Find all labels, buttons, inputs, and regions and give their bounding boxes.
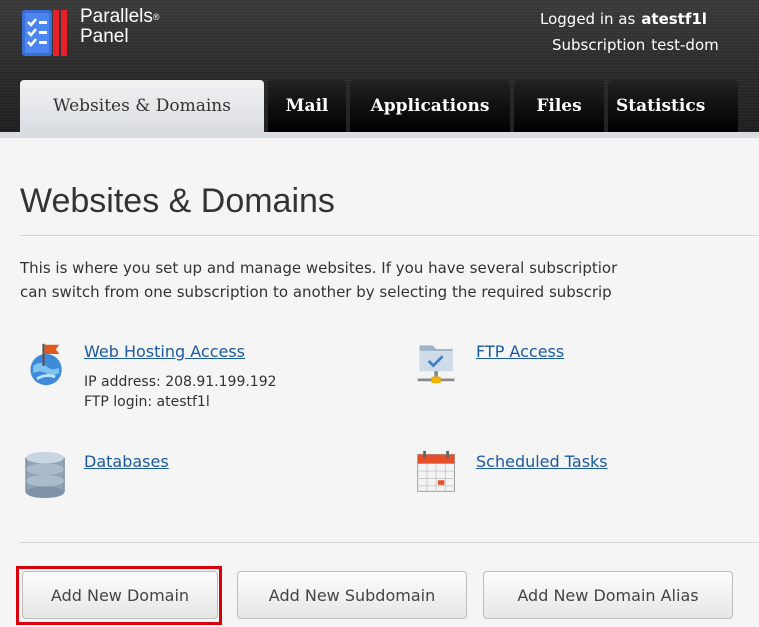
subscription-name[interactable]: test-dom (651, 36, 719, 54)
web-hosting-item: Web Hosting Access IP address: 208.91.19… (22, 338, 362, 418)
scheduled-tasks-link[interactable]: Scheduled Tasks (476, 452, 608, 471)
tab-websites-domains[interactable]: Websites & Domains (20, 80, 264, 132)
database-icon (25, 451, 65, 498)
divider (20, 542, 759, 543)
tab-statistics[interactable]: Statistics (608, 80, 738, 132)
page-title: Websites & Domains (20, 182, 335, 220)
web-hosting-details: IP address: 208.91.199.192 FTP login: at… (84, 372, 277, 412)
web-hosting-access-link[interactable]: Web Hosting Access (84, 342, 245, 361)
databases-link[interactable]: Databases (84, 452, 169, 471)
ftp-login: FTP login: atestf1l (84, 394, 210, 410)
page-description: This is where you set up and manage webs… (20, 259, 618, 301)
ip-address: IP address: 208.91.199.192 (84, 374, 277, 390)
ftp-access-link[interactable]: FTP Access (476, 342, 564, 361)
tab-underline (0, 132, 759, 138)
tab-mail[interactable]: Mail (268, 80, 346, 132)
login-info: Logged in as atestf1l Subscription test-do… (540, 10, 719, 54)
username[interactable]: atestf1l (641, 10, 707, 28)
calendar-icon (417, 450, 455, 492)
tab-files[interactable]: Files (514, 80, 604, 132)
product-name: Panel (80, 26, 129, 47)
parallels-logo-icon (22, 10, 67, 56)
databases-item: Databases (22, 448, 322, 508)
tab-applications[interactable]: Applications (350, 80, 510, 132)
ftp-access-item: FTP Access (414, 338, 714, 398)
main-tabs: Websites & Domains Mail Applications Fil… (20, 80, 738, 132)
globe-flag-icon (30, 343, 62, 386)
header: Parallels® Panel Logged in as atestf1l Su… (0, 0, 759, 132)
folder-network-icon (417, 345, 455, 384)
scheduled-tasks-item: Scheduled Tasks (414, 448, 714, 508)
highlight-box (16, 566, 222, 625)
add-new-domain-alias-button[interactable]: Add New Domain Alias (483, 571, 733, 619)
divider (20, 235, 759, 236)
add-new-subdomain-button[interactable]: Add New Subdomain (237, 571, 467, 619)
brand-name: Parallels® (80, 6, 160, 27)
